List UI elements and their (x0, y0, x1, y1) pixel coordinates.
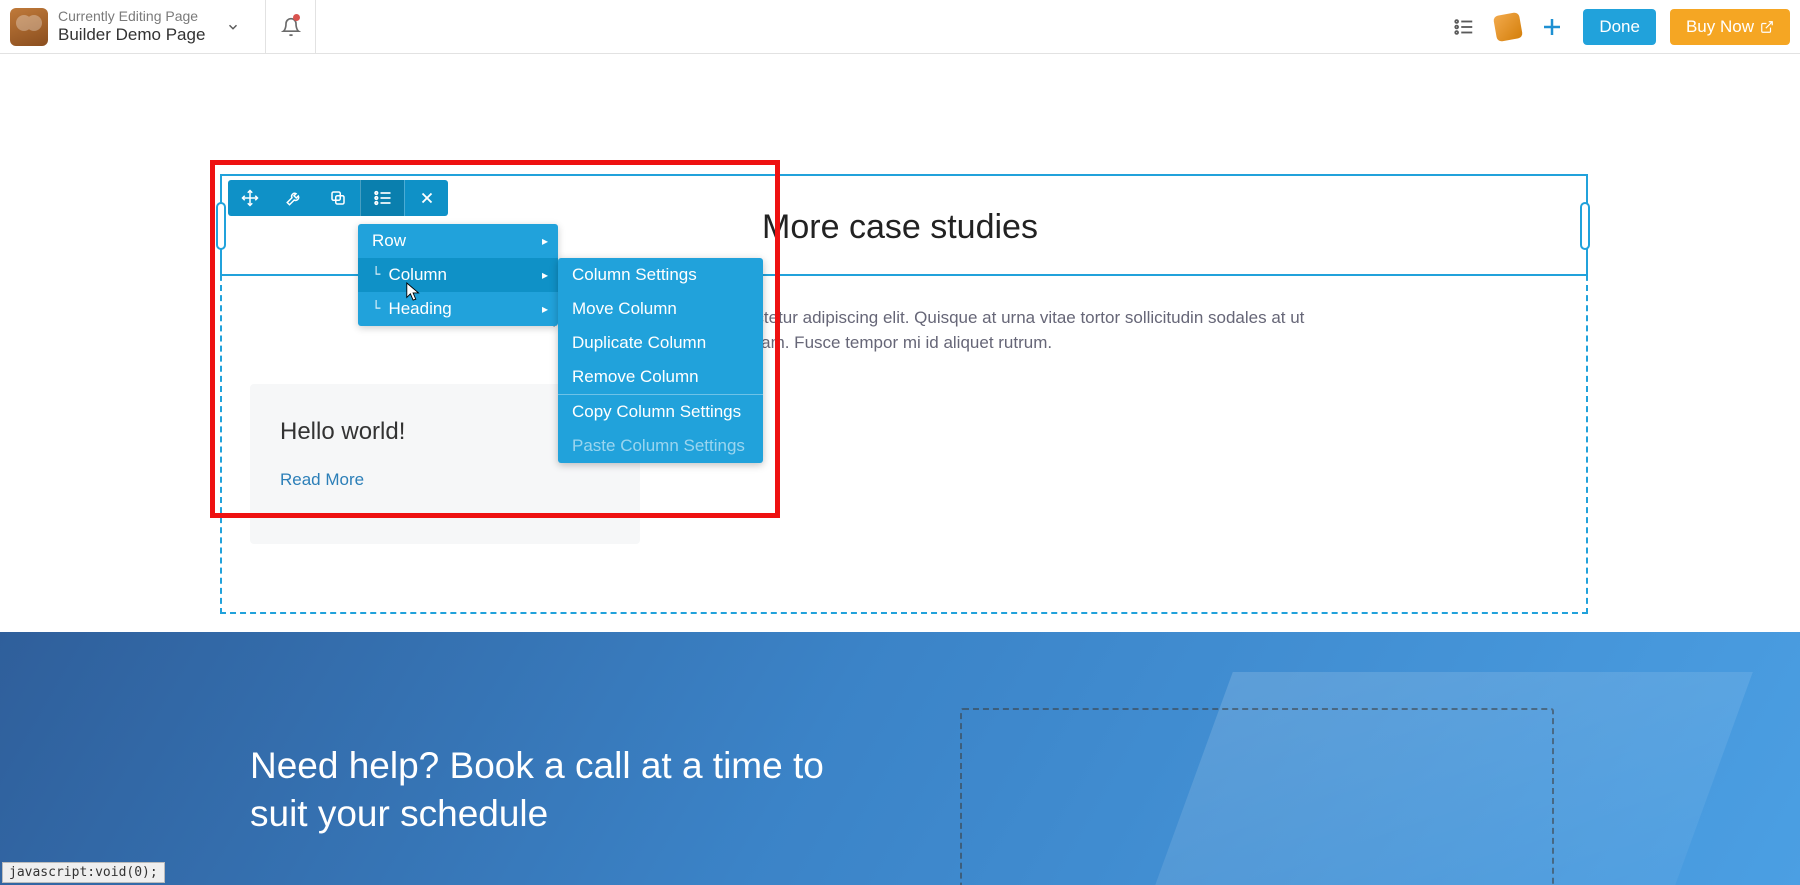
menu-item-duplicate-column[interactable]: Duplicate Column (558, 326, 763, 360)
notifications-button[interactable] (266, 0, 316, 53)
settings-wrench-icon[interactable] (272, 180, 316, 216)
done-button[interactable]: Done (1583, 9, 1656, 45)
external-link-icon (1760, 20, 1774, 34)
top-bar-right: Done Buy Now (1447, 0, 1790, 53)
add-content-button[interactable] (1535, 10, 1569, 44)
top-bar: Currently Editing Page Builder Demo Page… (0, 0, 1800, 54)
menu-item-move-column[interactable]: Move Column (558, 292, 763, 326)
duplicate-icon[interactable] (316, 180, 360, 216)
move-handle-icon[interactable] (228, 180, 272, 216)
done-button-label: Done (1599, 17, 1640, 37)
column-toolbar (228, 180, 448, 216)
menu-item-paste-column-settings: Paste Column Settings (558, 429, 763, 463)
chevron-down-icon[interactable] (215, 20, 251, 34)
editing-label: Currently Editing Page (58, 8, 205, 25)
buy-now-label: Buy Now (1686, 17, 1754, 37)
menu-item-heading[interactable]: └Heading (358, 292, 558, 326)
page-info: Currently Editing Page Builder Demo Page (58, 8, 205, 45)
menu-item-remove-column[interactable]: Remove Column (558, 360, 763, 394)
cta-section: Need help? Book a call at a time to suit… (0, 632, 1800, 885)
outline-tree-menu: Row └Column └Heading (358, 224, 558, 326)
top-bar-left: Currently Editing Page Builder Demo Page (0, 0, 316, 53)
menu-item-column[interactable]: └Column (358, 258, 558, 292)
buy-now-button[interactable]: Buy Now (1670, 9, 1790, 45)
menu-item-column-settings[interactable]: Column Settings (558, 258, 763, 292)
app-logo (10, 8, 48, 46)
media-placeholder[interactable] (960, 708, 1554, 885)
read-more-link[interactable]: Read More (280, 470, 364, 489)
page-selector[interactable]: Currently Editing Page Builder Demo Page (0, 0, 266, 53)
menu-item-copy-column-settings[interactable]: Copy Column Settings (558, 395, 763, 429)
column-actions-menu: Column Settings Move Column Duplicate Co… (558, 258, 763, 463)
outline-panel-button[interactable] (1447, 10, 1481, 44)
sticker-icon[interactable] (1493, 11, 1523, 41)
page-title: Builder Demo Page (58, 25, 205, 45)
menu-item-row[interactable]: Row (358, 224, 558, 258)
browser-status-bar: javascript:void(0); (2, 862, 165, 883)
close-icon[interactable] (404, 180, 448, 216)
outline-tree-icon[interactable] (360, 180, 404, 216)
cta-heading: Need help? Book a call at a time to suit… (250, 742, 890, 838)
